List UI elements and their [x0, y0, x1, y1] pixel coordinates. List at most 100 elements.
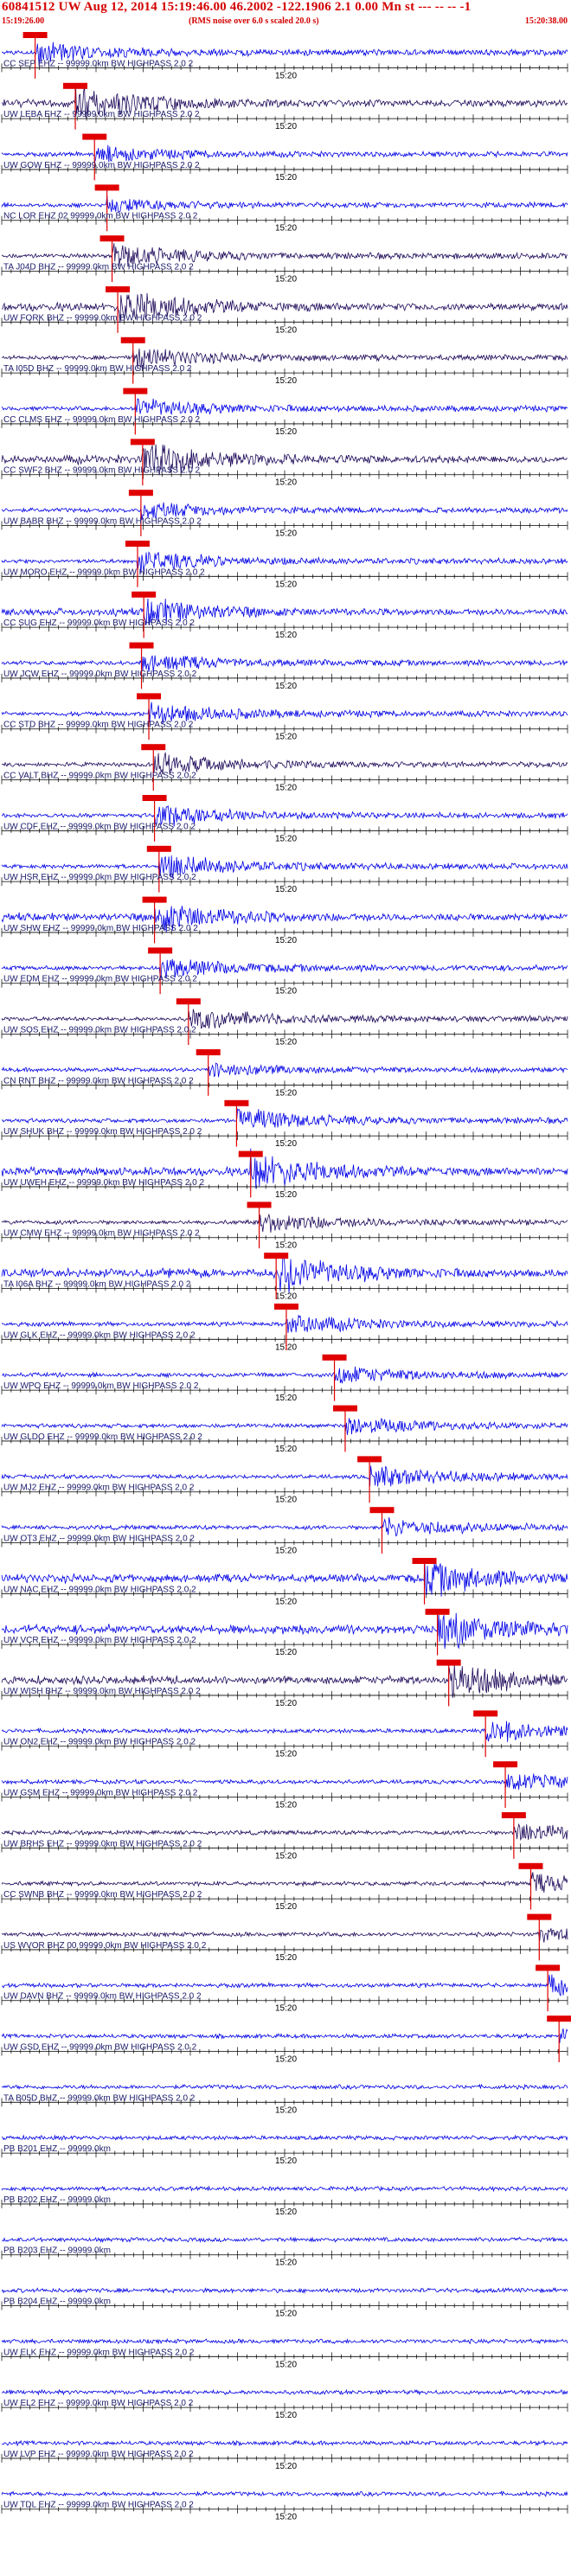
waveform — [1, 195, 568, 213]
time-mark-label: 15:20 — [275, 580, 297, 589]
trace-row: 15:20 CC CLMS EHZ -- 99999.0km BW HIGHPAS… — [1, 388, 568, 437]
trace-row: 15:20 UW ON2 EHZ -- 99999.0km BW HIGHPASS… — [1, 1710, 568, 1759]
time-mark-label: 15:20 — [275, 1597, 297, 1606]
trace-row: 15:20 UW OT3 EHZ -- 99999.0km BW HIGHPASS… — [1, 1507, 568, 1556]
trace-row: 15:20 CC SWNB BHZ -- 99999.0km BW HIGHPAS… — [1, 1862, 568, 1912]
pick-marker-flag — [125, 541, 150, 547]
waveform — [1, 144, 568, 163]
time-mark-label: 15:20 — [275, 2360, 297, 2369]
pick-marker-flag — [518, 1862, 543, 1869]
time-mark-label: 15:20 — [275, 1445, 297, 1454]
trace-row: 15:20 UW BABR BHZ -- 99999.0km BW HIGHPAS… — [1, 490, 568, 539]
trace-row: 15:20 TA I05D BHZ -- 99999.0km BW HIGHPAS… — [1, 336, 568, 386]
waveform — [1, 1516, 568, 1537]
trace-label: UW UWEH EHZ -- 99999.0km BW HIGHPASS 2.0… — [3, 1178, 205, 1188]
trace-label: CC CLMS EHZ -- 99999.0km BW HIGHPASS 2.0… — [3, 415, 201, 425]
trace-row: 15:20 UW MORO EHZ -- 99999.0km BW HIGHPAS… — [1, 541, 568, 589]
trace-label: UW VCR EHZ -- 99999.0km BW HIGHPASS 2.0 … — [3, 1636, 196, 1645]
trace-label: UW ON2 EHZ -- 99999.0km BW HIGHPASS 2.0 … — [3, 1738, 196, 1747]
time-mark-label: 15:20 — [275, 1088, 297, 1098]
trace-row: 15:20 UW WISH BHZ -- 99999.0km BW HIGHPAS… — [1, 1659, 568, 1708]
pick-marker-flag — [247, 1201, 272, 1208]
trace-row: 15:20 UW VCR EHZ -- 99999.0km BW HIGHPASS… — [1, 1608, 568, 1657]
pick-marker-flag — [273, 1304, 298, 1310]
trace-row: 15:20 CC SEP EHZ -- 99999.0km BW HIGHPASS… — [1, 32, 568, 80]
trace-label: TA I06A BHZ -- 99999.0km BW HIGHPASS 2.0… — [3, 1280, 191, 1290]
trace-row: 15:20 PB B203 EHZ -- 99999.0km — [1, 2236, 568, 2268]
pick-marker-flag — [425, 1608, 450, 1615]
trace-label: UW TDL EHZ -- 99999.0km BW HIGHPASS 2.0 … — [3, 2501, 194, 2510]
trace-label: UW CDF EHZ -- 99999.0km BW HIGHPASS 2.0 … — [3, 822, 196, 831]
time-mark-label: 15:20 — [275, 936, 297, 945]
waveform — [1, 2236, 568, 2244]
trace-label: UW GLK EHZ -- 99999.0km BW HIGHPASS 2.0 … — [3, 1330, 196, 1340]
trace-label: NC LOR EHZ 02 99999.0km BW HIGHPASS 2.0 … — [3, 212, 198, 221]
time-mark-label: 15:20 — [275, 2259, 297, 2268]
time-mark-label: 15:20 — [275, 2208, 297, 2217]
trace-row: 15:20 UW EL2 EHZ -- 99999.0km BW HIGHPASS… — [1, 2388, 568, 2420]
trace-label: CC VALT BHZ -- 99999.0km BW HIGHPASS 2.0… — [3, 772, 196, 781]
pick-marker-flag — [369, 1507, 395, 1514]
time-mark-label: 15:20 — [275, 1547, 297, 1556]
time-mark-label: 15:20 — [275, 529, 297, 539]
trace-row: 15:20 CC VALT BHZ -- 99999.0km BW HIGHPAS… — [1, 744, 568, 793]
trace-label: UW GLDO EHZ -- 99999.0km BW HIGHPASS 2.0… — [3, 1432, 202, 1442]
trace-row: 15:20 UW MJ2 EHZ -- 99999.0km BW HIGHPASS… — [1, 1456, 568, 1505]
trace-label: UW SHUK BHZ -- 99999.0km BW HIGHPASS 2.0… — [3, 1127, 202, 1137]
time-mark-label: 15:20 — [275, 224, 297, 234]
time-mark-label: 15:20 — [275, 631, 297, 640]
trace-label: UW GOW EHZ -- 99999.0km BW HIGHPASS 2.0 … — [3, 161, 200, 170]
waveform — [1, 1107, 568, 1128]
trace-label: TA B05D BHZ -- 99999.0km BW HIGHPASS 2.0… — [3, 2093, 196, 2103]
time-mark-label: 15:20 — [275, 2411, 297, 2420]
trace-row: 15:20 UW SHW EHZ -- 99999.0km BW HIGHPASS… — [1, 896, 568, 945]
time-mark-label: 15:20 — [275, 2462, 297, 2471]
trace-label: CN RNT BHZ -- 99999.0km BW HIGHPASS 2.0 … — [3, 1076, 194, 1086]
trace-row: 15:20 PB B204 EHZ -- 99999.0km — [1, 2287, 568, 2319]
trace-label: UW EDM EHZ -- 99999.0km BW HIGHPASS 2.0 … — [3, 975, 197, 984]
trace-row: 15:20 TA B05D BHZ -- 99999.0km BW HIGHPAS… — [1, 2083, 568, 2115]
pick-marker-flag — [146, 845, 171, 852]
time-mark-label: 15:20 — [275, 1648, 297, 1657]
time-mark-label: 15:20 — [275, 427, 297, 437]
pick-marker-flag — [148, 947, 173, 954]
trace-label: US WVOR BHZ 00 99999.0km BW HIGHPASS 2.0… — [3, 1941, 207, 1951]
time-mark-label: 15:20 — [275, 1750, 297, 1759]
trace-label: UW FORK BHZ -- 99999.0km BW HIGHPASS 2.0… — [3, 313, 202, 323]
trace-label: UW NAC EHZ -- 99999.0km BW HIGHPASS 2.0 … — [3, 1585, 196, 1594]
time-mark-label: 15:20 — [275, 2105, 297, 2115]
trace-row: 15:20 UW GSD EHZ -- 99999.0km BW HIGHPASS… — [1, 2015, 571, 2065]
trace-row: 15:20 UW DAVN BHZ -- 99999.0km BW HIGHPAS… — [1, 1964, 568, 2014]
time-mark-label: 15:20 — [275, 733, 297, 742]
time-mark-label: 15:20 — [275, 1038, 297, 1048]
trace-row: 15:20 UW GLDO EHZ -- 99999.0km BW HIGHPAS… — [1, 1405, 568, 1454]
time-mark-label: 15:20 — [275, 784, 297, 793]
trace-row: 15:20 UW SHUK BHZ -- 99999.0km BW HIGHPAS… — [1, 1099, 568, 1149]
pick-marker-flag — [137, 693, 162, 700]
pick-marker-flag — [176, 998, 201, 1005]
trace-label: UW OT3 EHZ -- 99999.0km BW HIGHPASS 2.0 … — [3, 1535, 195, 1544]
trace-label: PB B201 EHZ -- 99999.0km — [3, 2144, 111, 2154]
time-mark-label: 15:20 — [275, 987, 297, 996]
trace-label: UW ELK EHZ -- 99999.0km BW HIGHPASS 2.0 … — [3, 2348, 195, 2357]
pick-marker-flag — [132, 591, 157, 598]
trace-label: UW EL2 EHZ -- 99999.0km BW HIGHPASS 2.0 … — [3, 2399, 194, 2408]
pick-marker-flag — [547, 2015, 571, 2022]
pick-marker-flag — [436, 1659, 461, 1666]
trace-label: UW LVP EHZ -- 99999.0km BW HIGHPASS 2.0 … — [3, 2450, 194, 2459]
pick-marker-flag — [128, 490, 153, 497]
trace-label: UW BRHS EHZ -- 99999.0km BW HIGHPASS 2.0… — [3, 1839, 202, 1849]
time-mark-label: 15:20 — [275, 2310, 297, 2319]
trace-row: 15:20 UW SOS EHZ -- 99999.0km BW HIGHPASS… — [1, 998, 568, 1048]
time-mark-label: 15:20 — [275, 682, 297, 691]
time-mark-label: 15:20 — [275, 1496, 297, 1505]
trace-label: UW WISH BHZ -- 99999.0km BW HIGHPASS 2.0… — [3, 1687, 201, 1696]
pick-marker-flag — [141, 744, 166, 751]
pick-marker-flag — [527, 1913, 552, 1920]
trace-row: 15:20 UW TDL EHZ -- 99999.0km BW HIGHPASS… — [1, 2490, 568, 2522]
waveform — [1, 2439, 568, 2447]
trace-row: 15:20 UW EDM EHZ -- 99999.0km BW HIGHPASS… — [1, 947, 568, 996]
waveform — [2, 2388, 568, 2396]
pick-marker-flag — [142, 896, 167, 903]
trace-row: 15:20 UW CDF EHZ -- 99999.0km BW HIGHPASS… — [1, 795, 568, 843]
